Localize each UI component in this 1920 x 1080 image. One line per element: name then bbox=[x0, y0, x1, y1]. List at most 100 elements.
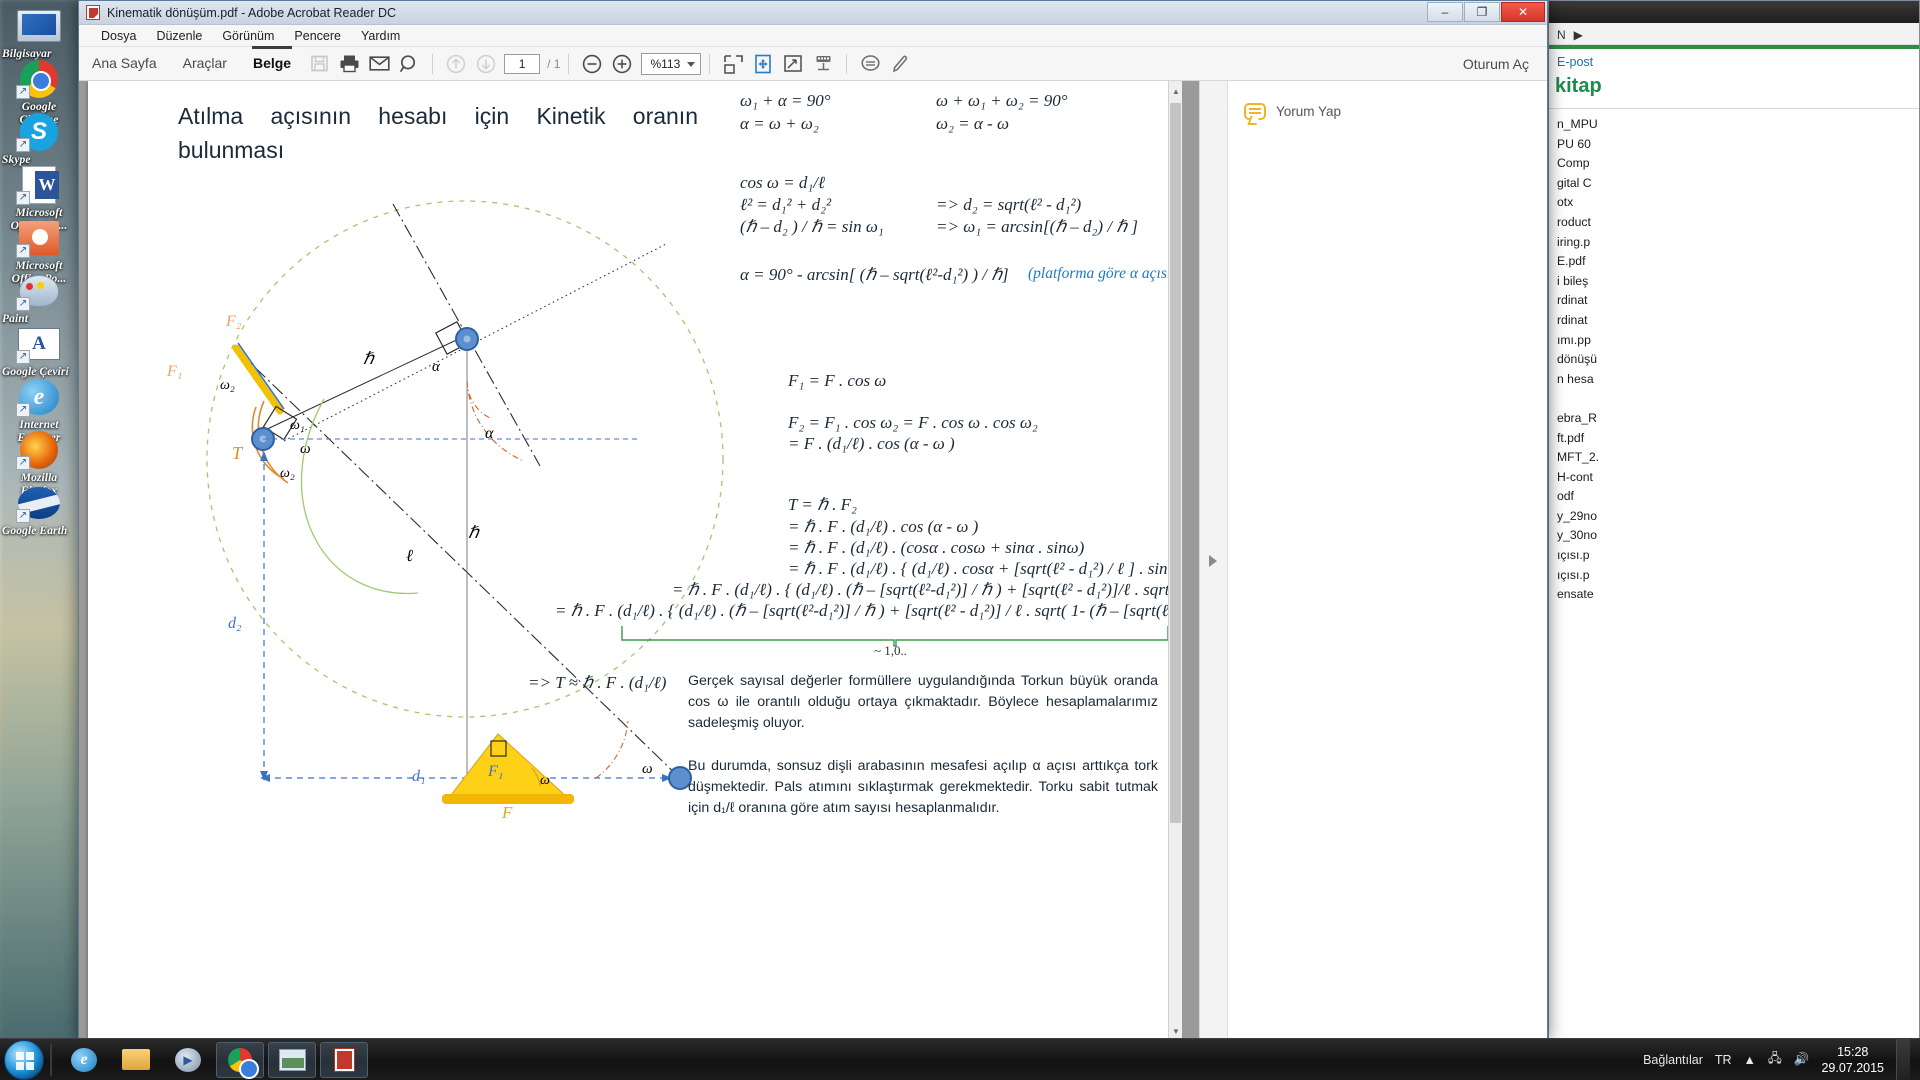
list-item[interactable]: Comp bbox=[1557, 154, 1919, 174]
acrobat-reader-window[interactable]: Kinematik dönüşüm.pdf - Adobe Acrobat Re… bbox=[78, 0, 1548, 1042]
background-window-link[interactable]: E-post bbox=[1549, 49, 1919, 69]
desktop-icon-microsoft-office-word[interactable]: ↗ Microsoft Office Wo... bbox=[0, 165, 78, 232]
list-item[interactable]: ımı.pp bbox=[1557, 331, 1919, 351]
list-item[interactable]: y_29no bbox=[1557, 507, 1919, 527]
fit-page-icon[interactable] bbox=[718, 49, 748, 79]
list-item[interactable]: gital C bbox=[1557, 174, 1919, 194]
list-item[interactable]: dönüşü bbox=[1557, 350, 1919, 370]
next-page-icon[interactable] bbox=[471, 49, 501, 79]
window-titlebar[interactable]: Kinematik dönüşüm.pdf - Adobe Acrobat Re… bbox=[79, 1, 1547, 25]
desktop-icon-computer[interactable]: Bilgisayar bbox=[0, 6, 78, 60]
pdf-page-area[interactable]: Atılma açısının hesabı için Kinetik oran… bbox=[79, 81, 1199, 1041]
background-window-menubar[interactable]: N ▶ bbox=[1549, 23, 1919, 45]
menu-dosya[interactable]: Dosya bbox=[91, 27, 146, 45]
list-item[interactable]: E.pdf bbox=[1557, 252, 1919, 272]
vertical-scrollbar[interactable]: ▲ ▼ bbox=[1168, 81, 1182, 1041]
menu-bar[interactable]: Dosya Düzenle Görünüm Pencere Yardım bbox=[79, 25, 1547, 47]
sign-in-button[interactable]: Oturum Aç bbox=[1463, 56, 1529, 72]
equation-d2-result: => d₂ = sqrt(ℓ² - d₁²) bbox=[936, 195, 1082, 214]
background-window-titlebar[interactable] bbox=[1549, 1, 1919, 23]
zoom-level-select[interactable]: %113 bbox=[641, 52, 702, 75]
menu-pencere[interactable]: Pencere bbox=[284, 27, 351, 45]
list-item[interactable]: odf bbox=[1557, 487, 1919, 507]
list-item[interactable]: iring.p bbox=[1557, 233, 1919, 253]
zoom-in-icon[interactable] bbox=[607, 49, 637, 79]
volume-icon[interactable]: 🔊 bbox=[1794, 1052, 1810, 1067]
system-tray[interactable]: Bağlantılar TR ▲ 🖧 🔊 15:28 29.07.2015 bbox=[1643, 1038, 1920, 1080]
list-item[interactable]: n_MPU bbox=[1557, 115, 1919, 135]
list-item[interactable]: i bileş bbox=[1557, 272, 1919, 292]
start-button[interactable] bbox=[4, 1039, 44, 1080]
language-indicator[interactable]: TR bbox=[1715, 1053, 1732, 1067]
list-item[interactable]: H-cont bbox=[1557, 468, 1919, 488]
play-icon[interactable]: ▶ bbox=[1574, 28, 1583, 42]
taskbar-acrobat[interactable] bbox=[320, 1041, 368, 1078]
list-item[interactable]: n hesa bbox=[1557, 370, 1919, 390]
comment-tool-row[interactable]: Yorum Yap bbox=[1244, 103, 1547, 120]
comment-panel[interactable]: Yorum Yap bbox=[1227, 81, 1547, 1041]
diagram-label-h-middle: ℏ bbox=[468, 523, 479, 542]
chevron-down-icon[interactable] bbox=[687, 61, 696, 67]
taskbar-media-player[interactable]: ▶ bbox=[164, 1042, 212, 1078]
desktop-icon-internet-explorer[interactable]: e↗ Internet Explorer bbox=[0, 377, 78, 444]
menu-duzenle[interactable]: Düzenle bbox=[146, 27, 212, 45]
pan-select-icon[interactable] bbox=[748, 49, 778, 79]
clock[interactable]: 15:28 29.07.2015 bbox=[1821, 1044, 1884, 1076]
list-item[interactable]: PU 60 bbox=[1557, 135, 1919, 155]
fullscreen-icon[interactable] bbox=[778, 49, 808, 79]
zoom-out-icon[interactable] bbox=[577, 49, 607, 79]
scrollbar-thumb[interactable] bbox=[1170, 103, 1181, 823]
list-item[interactable]: ft.pdf bbox=[1557, 429, 1919, 449]
list-item[interactable]: rdinat bbox=[1557, 291, 1919, 311]
desktop-icon-google-chrome[interactable]: ↗ Google Chrome bbox=[0, 59, 78, 126]
print-icon[interactable] bbox=[334, 49, 364, 79]
main-toolbar[interactable]: Ana Sayfa Araçlar Belge 1 / 1 %113 Oturu… bbox=[79, 46, 1547, 81]
chevron-right-icon[interactable] bbox=[1209, 555, 1217, 567]
list-item[interactable]: rdinat bbox=[1557, 311, 1919, 331]
list-item[interactable]: roduct bbox=[1557, 213, 1919, 233]
background-window[interactable]: N ▶ E-post kitap n_MPU PU 60 Comp gital … bbox=[1548, 0, 1920, 1042]
show-desktop-button[interactable] bbox=[1896, 1038, 1910, 1080]
window-controls[interactable]: – ❐ ✕ bbox=[1427, 2, 1545, 22]
menu-yardim[interactable]: Yardım bbox=[351, 27, 410, 45]
read-mode-icon[interactable] bbox=[808, 49, 838, 79]
connections-label[interactable]: Bağlantılar bbox=[1643, 1053, 1703, 1067]
scroll-up-icon[interactable]: ▲ bbox=[1169, 83, 1183, 99]
scroll-down-icon[interactable]: ▼ bbox=[1169, 1023, 1183, 1039]
maximize-button[interactable]: ❐ bbox=[1464, 2, 1500, 22]
taskbar-chrome[interactable] bbox=[216, 1041, 264, 1079]
comment-panel-collapse-rail[interactable] bbox=[1199, 81, 1227, 1041]
comment-panel-label[interactable]: Yorum Yap bbox=[1276, 104, 1341, 119]
background-window-file-list[interactable]: n_MPU PU 60 Comp gital C otx roduct irin… bbox=[1549, 115, 1919, 605]
list-item[interactable]: y_30no bbox=[1557, 526, 1919, 546]
comment-bubble-icon[interactable] bbox=[1244, 103, 1266, 120]
taskbar-internet-explorer[interactable]: e bbox=[60, 1042, 108, 1078]
page-number-input[interactable]: 1 bbox=[504, 53, 541, 74]
background-window-menu-label[interactable]: N bbox=[1557, 28, 1566, 42]
desktop-icon-google-ceviri[interactable]: A ↗ Google Çeviri bbox=[0, 324, 78, 378]
taskbar[interactable]: e ▶ Bağlantılar TR ▲ 🖧 🔊 15:28 29.07.201… bbox=[0, 1038, 1920, 1080]
close-button[interactable]: ✕ bbox=[1501, 2, 1545, 22]
taskbar-windows-explorer[interactable] bbox=[112, 1042, 160, 1078]
show-hidden-icons-icon[interactable]: ▲ bbox=[1744, 1053, 1756, 1067]
comment-icon[interactable] bbox=[855, 49, 885, 79]
pdf-page[interactable]: Atılma açısının hesabı için Kinetik oran… bbox=[88, 81, 1168, 1041]
search-icon[interactable] bbox=[394, 49, 424, 79]
email-icon[interactable] bbox=[364, 49, 394, 79]
highlight-icon[interactable] bbox=[885, 49, 915, 79]
taskbar-photo-viewer[interactable] bbox=[268, 1041, 316, 1078]
menu-gorunum[interactable]: Görünüm bbox=[212, 27, 284, 45]
list-item[interactable]: MFT_2. bbox=[1557, 448, 1919, 468]
list-item[interactable]: ıçısı.p bbox=[1557, 566, 1919, 586]
minimize-button[interactable]: – bbox=[1427, 2, 1463, 22]
tab-belge[interactable]: Belge bbox=[240, 46, 304, 80]
previous-page-icon[interactable] bbox=[441, 49, 471, 79]
list-item[interactable]: ebra_R bbox=[1557, 409, 1919, 429]
list-item[interactable]: otx bbox=[1557, 193, 1919, 213]
save-icon[interactable] bbox=[304, 49, 334, 79]
tab-ana-sayfa[interactable]: Ana Sayfa bbox=[79, 47, 170, 80]
network-icon[interactable]: 🖧 bbox=[1768, 1049, 1782, 1070]
list-item[interactable]: ıçısı.p bbox=[1557, 546, 1919, 566]
tab-araclar[interactable]: Araçlar bbox=[170, 47, 240, 80]
list-item[interactable]: ensate bbox=[1557, 585, 1919, 605]
